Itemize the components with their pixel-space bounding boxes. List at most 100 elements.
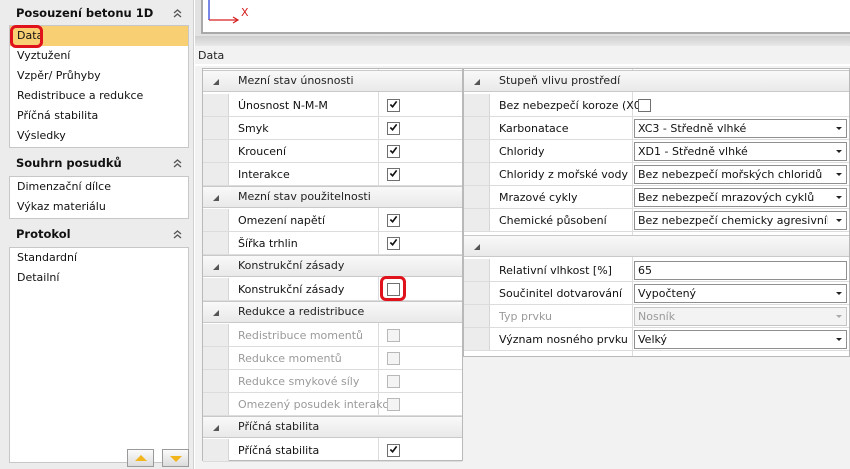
pricna-stabilita-checkbox[interactable] <box>387 444 400 457</box>
collapse-chevron-icon[interactable] <box>172 229 183 240</box>
collapse-chevron-icon[interactable] <box>172 8 183 19</box>
chevron-down-icon <box>836 196 842 199</box>
row-label: Mrazové cykly <box>499 191 578 204</box>
konstrukcni-zasady-checkbox[interactable] <box>387 283 400 296</box>
move-down-button[interactable] <box>162 449 189 467</box>
row-label: Chloridy z mořské vody <box>499 168 628 181</box>
dropdown-value: Nosník <box>638 310 676 323</box>
section-header[interactable] <box>464 235 849 257</box>
nav-item-dimenzacni-dilce[interactable]: Dimenzační dílce <box>10 177 188 197</box>
collapse-triangle-icon[interactable] <box>213 310 219 316</box>
chloridy-dropdown[interactable]: XD1 - Středně vlhké <box>634 142 847 161</box>
chemicke-pusobeni-dropdown[interactable]: Bez nebezpečí chemicky agresivníh... <box>634 211 847 230</box>
krouceni-checkbox[interactable] <box>387 145 400 158</box>
nav-header-souhrn[interactable]: Souhrn posudků <box>9 153 189 174</box>
axis-x-label: X <box>241 6 249 19</box>
sirka-trhlin-checkbox[interactable] <box>387 237 400 250</box>
row-gutter <box>203 278 229 300</box>
nav-item-data[interactable]: Data <box>10 26 188 46</box>
karbonatace-dropdown[interactable]: XC3 - Středně vlhké <box>634 119 847 138</box>
row-label: Konstrukční zásady <box>238 283 345 296</box>
redukce-smykove-sily-checkbox <box>387 375 400 388</box>
navigation-panel: Posouzení betonu 1D Data Vyztužení Vzpěr… <box>0 0 194 469</box>
nav-item-vzper-pruhyby[interactable]: Vzpěr/ Průhyby <box>10 66 188 86</box>
row-label: Bez nebezpečí koroze (X0) <box>499 99 646 112</box>
collapse-triangle-icon[interactable] <box>474 244 480 250</box>
row-gutter <box>203 370 229 392</box>
panel-title: Data <box>198 49 225 62</box>
section-title: Konstrukční zásady <box>238 259 345 272</box>
combo-row: Chemické působení Bez nebezpečí chemicky… <box>464 209 849 232</box>
check-row: Kroucení <box>203 140 462 163</box>
checks-grid: Mezní stav únosnosti Únosnost N-M-M Smyk… <box>202 68 463 462</box>
collapse-chevron-icon[interactable] <box>172 158 183 169</box>
nav-item-redistribuce[interactable]: Redistribuce a redukce <box>10 86 188 106</box>
nav-header-protokol[interactable]: Protokol <box>9 224 189 245</box>
dropdown-value: XD1 - Středně vlhké <box>638 145 748 158</box>
nav-item-standardni[interactable]: Standardní <box>10 248 188 268</box>
row-label: Omezení napětí <box>238 214 326 227</box>
nav-item-vysledky[interactable]: Výsledky <box>10 126 188 146</box>
row-gutter <box>203 94 229 116</box>
combo-row: Mrazové cykly Bez nebezpečí mrazových cy… <box>464 186 849 209</box>
collapse-triangle-icon[interactable] <box>213 195 219 201</box>
row-label: Typ prvku <box>499 310 553 323</box>
row-label: Interakce <box>238 168 290 181</box>
soucinitel-dotvarovani-dropdown[interactable]: Vypočtený <box>634 284 847 303</box>
check-row: Bez nebezpečí koroze (X0) <box>464 94 849 117</box>
move-up-button[interactable] <box>127 449 154 467</box>
collapse-triangle-icon[interactable] <box>213 425 219 431</box>
nav-item-vyztuzeni[interactable]: Vyztužení <box>10 46 188 66</box>
row-label: Význam nosného prvku <box>499 333 628 346</box>
check-row: Příčná stabilita <box>203 439 462 462</box>
redukce-momentu-checkbox <box>387 352 400 365</box>
graphic-canvas[interactable]: X <box>201 0 850 34</box>
chevron-down-icon <box>836 173 842 176</box>
omezeni-napeti-checkbox[interactable] <box>387 214 400 227</box>
relativni-vlhkost-input[interactable]: 65 <box>634 261 847 280</box>
nav-item-pricna-stabilita[interactable]: Příčná stabilita <box>10 106 188 126</box>
section-header[interactable]: Konstrukční zásady <box>203 255 462 277</box>
interakce-checkbox[interactable] <box>387 168 400 181</box>
chevron-down-icon <box>836 338 842 341</box>
combo-row: Součinitel dotvarování Vypočtený <box>464 282 849 305</box>
dropdown-value: Bez nebezpečí mořských chloridů <box>638 168 823 181</box>
section-header[interactable]: Mezní stav použitelnosti <box>203 186 462 208</box>
nav-header-posouzeni[interactable]: Posouzení betonu 1D <box>9 3 189 24</box>
vyznam-nosneho-prvku-dropdown[interactable]: Velký <box>634 330 847 349</box>
section-header[interactable]: Redukce a redistribuce <box>203 301 462 323</box>
bez-koroze-checkbox[interactable] <box>638 99 651 112</box>
combo-row: Chloridy XD1 - Středně vlhké <box>464 140 849 163</box>
row-gutter <box>464 259 490 281</box>
section-title: Příčná stabilita <box>238 420 320 433</box>
row-gutter <box>464 117 490 139</box>
unosnost-checkbox[interactable] <box>387 99 400 112</box>
section-header[interactable]: Příčná stabilita <box>203 416 462 438</box>
section-header[interactable]: Stupeň vlivu prostředí <box>464 70 849 92</box>
row-label: Chloridy <box>499 145 545 158</box>
dropdown-value: Vypočtený <box>638 287 697 300</box>
collapse-triangle-icon[interactable] <box>474 79 480 85</box>
chevron-down-icon <box>836 315 842 318</box>
nav-header-title: Souhrn posudků <box>16 156 122 170</box>
morske-chloridy-dropdown[interactable]: Bez nebezpečí mořských chloridů <box>634 165 847 184</box>
collapse-triangle-icon[interactable] <box>213 264 219 270</box>
collapse-triangle-icon[interactable] <box>213 79 219 85</box>
row-gutter <box>203 209 229 231</box>
combo-row: Typ prvku Nosník <box>464 305 849 328</box>
row-gutter <box>464 140 490 162</box>
check-row: Redukce smykové síly <box>203 370 462 393</box>
nav-list-posouzeni: Data Vyztužení Vzpěr/ Průhyby Redistribu… <box>9 25 189 148</box>
check-row: Únosnost N-M-M <box>203 94 462 117</box>
check-row: Omezení napětí <box>203 209 462 232</box>
section-header[interactable]: Mezní stav únosnosti <box>203 70 462 92</box>
nav-item-vykaz-materialu[interactable]: Výkaz materiálu <box>10 197 188 217</box>
check-row: Šířka trhlin <box>203 232 462 255</box>
mrazove-cykly-dropdown[interactable]: Bez nebezpečí mrazových cyklů <box>634 188 847 207</box>
environment-grid: Stupeň vlivu prostředí Bez nebezpečí kor… <box>463 68 850 357</box>
splitter[interactable] <box>195 36 850 46</box>
nav-item-detailni[interactable]: Detailní <box>10 268 188 288</box>
smyk-checkbox[interactable] <box>387 122 400 135</box>
row-gutter <box>203 117 229 139</box>
combo-row: Karbonatace XC3 - Středně vlhké <box>464 117 849 140</box>
